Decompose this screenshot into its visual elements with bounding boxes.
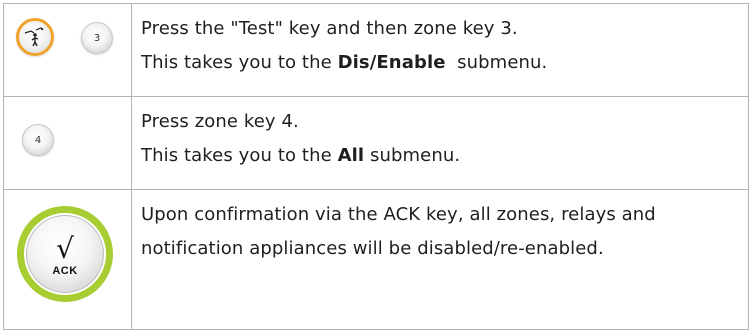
ack-key-face: √ ACK [26,215,104,293]
ack-key-label: ACK [52,265,78,277]
step-2-line-2-prefix: This takes you to the [141,145,338,166]
step-1-line-1: Press the "Test" key and then zone key 3… [141,18,518,39]
checkmark-icon: √ [56,232,74,265]
step-2-line-2-suffix: submenu. [364,145,461,166]
step-1-line-2-suffix: submenu. [445,52,548,73]
step-1-text: Press the "Test" key and then zone key 3… [131,3,749,97]
step-row-1: 3 Press the "Test" key and then zone key… [3,3,749,97]
zone-key-3-label: 3 [93,32,101,44]
step-1-keys-cell: 3 [3,3,132,97]
instruction-steps-table: 3 Press the "Test" key and then zone key… [3,3,749,330]
step-2-line-1: Press zone key 4. [141,111,299,132]
dis-enable-submenu-name: Dis/Enable [337,52,446,73]
wrench-person-icon [24,27,44,47]
step-row-2: 4 Press zone key 4. This takes you to th… [3,96,749,190]
zone-key-4-label: 4 [34,134,42,146]
step-1-line-2: This takes you to the Dis/Enable submenu… [141,46,736,80]
zone-key-4: 4 [22,124,54,156]
step-2-line-2: This takes you to the All submenu. [141,139,736,173]
step-3-keys-cell: √ ACK [3,189,132,330]
ack-key: √ ACK [17,206,113,302]
step-row-3: √ ACK Upon confirmation via the ACK key,… [3,189,749,330]
step-3-line-1: Upon confirmation via the ACK key, all z… [141,204,656,259]
all-submenu-name: All [337,145,365,166]
step-2-text: Press zone key 4. This takes you to the … [131,96,749,190]
zone-key-3: 3 [81,22,113,54]
step-2-keys-cell: 4 [3,96,132,190]
step-1-line-2-prefix: This takes you to the [141,52,338,73]
step-3-text: Upon confirmation via the ACK key, all z… [131,189,749,330]
test-key-icon [16,18,54,56]
